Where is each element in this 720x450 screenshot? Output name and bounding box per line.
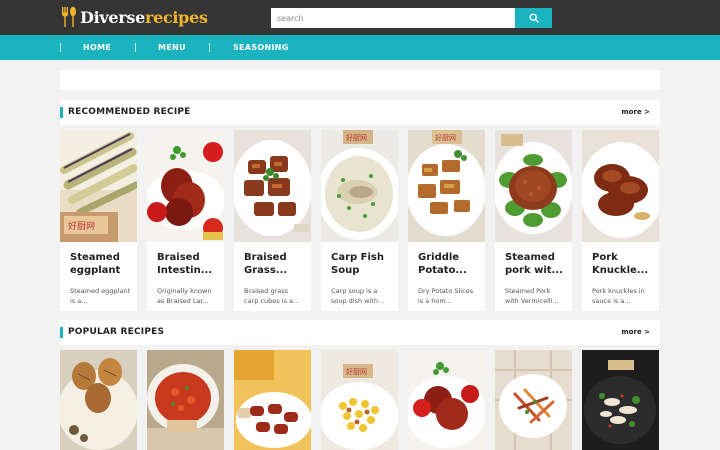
griddle-potato-photo: 好厨网 bbox=[408, 130, 485, 242]
recipe-title: Carp Fish Soup bbox=[331, 252, 384, 276]
nav-divider bbox=[209, 43, 210, 52]
svg-text:好厨网: 好厨网 bbox=[435, 133, 456, 142]
recipe-description: Carp soup is a soup dish with... bbox=[331, 287, 385, 305]
recipe-card[interactable]: 好厨网 Carp Fish Soup Carp soup is a soup d… bbox=[321, 130, 398, 311]
nav-item-menu[interactable]: MENU bbox=[158, 35, 186, 60]
braised-pork-photo bbox=[408, 350, 485, 450]
recipe-title: Steamed pork wit... bbox=[505, 252, 563, 276]
section-title: POPULAR RECIPES bbox=[68, 327, 165, 337]
braised-grass-carp-photo bbox=[234, 130, 311, 242]
recipe-title: Pork Knuckle... bbox=[592, 252, 649, 276]
svg-text:好厨网: 好厨网 bbox=[68, 220, 95, 232]
recipe-card[interactable] bbox=[60, 350, 137, 450]
pork-knuckle-photo bbox=[582, 130, 659, 242]
mushroom-plate-photo bbox=[582, 350, 659, 450]
recipe-description: Steamed eggplant is a... bbox=[70, 287, 130, 305]
recipe-card[interactable]: Pork Knuckle... Pork knuckles in sauce i… bbox=[582, 130, 659, 311]
recipe-card[interactable]: Braised Intestin... Originally known as … bbox=[147, 130, 224, 311]
recipe-title: Braised Grass... bbox=[244, 252, 288, 276]
logo-text: Diverserecipes bbox=[80, 8, 208, 27]
section-title: RECOMMENDED RECIPE bbox=[68, 107, 191, 117]
recipe-description: Pork knuckles in sauce is a... bbox=[592, 287, 645, 305]
more-link[interactable]: more > bbox=[621, 320, 650, 345]
section-accent-bar bbox=[60, 107, 63, 118]
recipe-title: Steamed eggplant bbox=[70, 252, 121, 276]
recipe-card[interactable]: Steamed pork wit... Steamed Pork with Ve… bbox=[495, 130, 572, 311]
nav-item-seasoning[interactable]: SEASONING bbox=[233, 35, 289, 60]
section-accent-bar bbox=[60, 327, 63, 338]
recipe-card[interactable]: 好厨网 Griddle Potato... Dry Potato Slices … bbox=[408, 130, 485, 311]
recipe-card[interactable]: 好厨网 Steamed eggplant Steamed eggplant is… bbox=[60, 130, 137, 311]
logo-text-part2: recipes bbox=[144, 7, 208, 27]
nav-divider bbox=[60, 43, 61, 52]
carp-fish-soup-photo: 好厨网 bbox=[321, 130, 398, 242]
top-header: Diverserecipes bbox=[0, 0, 720, 35]
recipe-card[interactable] bbox=[582, 350, 659, 450]
fork-spoon-icon bbox=[62, 6, 76, 27]
nav-divider bbox=[135, 43, 136, 52]
svg-text:好厨网: 好厨网 bbox=[346, 367, 367, 376]
recipe-description: Originally known as Braised Lar... bbox=[157, 287, 212, 305]
recipe-card[interactable] bbox=[408, 350, 485, 450]
sausage-photo bbox=[234, 350, 311, 450]
spicy-soup-photo bbox=[147, 350, 224, 450]
search-bar bbox=[271, 8, 552, 28]
steamed-pork-photo bbox=[495, 130, 572, 242]
popular-section-header: POPULAR RECIPES more > bbox=[60, 320, 660, 345]
recipe-card[interactable]: Braised Grass... Braised grass carp cube… bbox=[234, 130, 311, 311]
recipe-title: Braised Intestin... bbox=[157, 252, 213, 276]
recipe-description: Dry Potato Slices is a hom... bbox=[418, 287, 474, 305]
tea-eggs-photo bbox=[60, 350, 137, 450]
steamed-eggplant-photo: 好厨网 bbox=[60, 130, 137, 242]
recipe-card[interactable] bbox=[147, 350, 224, 450]
recipe-title: Griddle Potato... bbox=[418, 252, 467, 276]
more-link[interactable]: more > bbox=[621, 100, 650, 125]
logo-text-part1: Diverse bbox=[80, 7, 145, 27]
site-logo[interactable]: Diverserecipes bbox=[60, 6, 208, 28]
search-button[interactable] bbox=[515, 8, 552, 28]
recipe-card[interactable] bbox=[495, 350, 572, 450]
search-icon bbox=[529, 13, 539, 23]
main-nav: HOME MENU SEASONING bbox=[0, 35, 720, 60]
recipe-card[interactable] bbox=[234, 350, 311, 450]
shredded-salad-photo bbox=[495, 350, 572, 450]
recommended-section-header: RECOMMENDED RECIPE more > bbox=[60, 100, 660, 125]
banner-placeholder bbox=[60, 70, 660, 90]
braised-intestines-photo bbox=[147, 130, 224, 242]
recipe-description: Braised grass carp cubes is a... bbox=[244, 287, 300, 305]
svg-text:好厨网: 好厨网 bbox=[346, 133, 367, 142]
recipe-card[interactable]: 好厨网 bbox=[321, 350, 398, 450]
corn-peanuts-photo: 好厨网 bbox=[321, 350, 398, 450]
search-input[interactable] bbox=[271, 8, 515, 28]
nav-item-home[interactable]: HOME bbox=[83, 35, 111, 60]
recipe-description: Steamed Pork with Vermicelli... bbox=[505, 287, 559, 305]
